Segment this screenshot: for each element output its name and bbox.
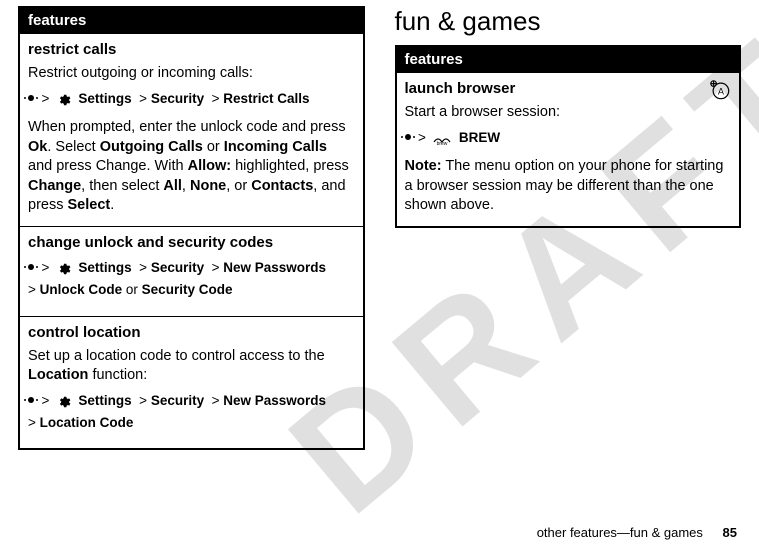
launch-browser-title: launch browser bbox=[405, 79, 732, 99]
network-icon: A bbox=[709, 79, 731, 108]
center-key-icon bbox=[28, 264, 34, 270]
svg-text:A: A bbox=[718, 87, 725, 97]
restrict-calls-title: restrict calls bbox=[28, 40, 355, 60]
restrict-calls-detail: When prompted, enter the unlock code and… bbox=[28, 118, 355, 216]
features-header-right: features bbox=[396, 46, 741, 73]
launch-browser-path: > brew BREW bbox=[405, 129, 732, 151]
control-location-path: > Settings > Security > New Passwords > … bbox=[28, 392, 355, 432]
row-restrict-calls: restrict calls Restrict outgoing or inco… bbox=[19, 34, 364, 227]
right-column: fun & games features A launch browser St… bbox=[395, 6, 742, 450]
brew-icon: brew bbox=[433, 133, 451, 151]
restrict-calls-desc: Restrict outgoing or incoming calls: bbox=[28, 64, 355, 84]
center-key-icon bbox=[28, 95, 34, 101]
settings-icon bbox=[57, 262, 71, 281]
change-codes-path: > Settings > Security > New Passwords > … bbox=[28, 259, 355, 299]
settings-icon bbox=[57, 395, 71, 414]
section-heading: fun & games bbox=[395, 6, 742, 37]
path-brew: BREW bbox=[459, 130, 500, 145]
features-table-left: features restrict calls Restrict outgoin… bbox=[18, 6, 365, 450]
features-table-right: features A launch browser Start a browse… bbox=[395, 45, 742, 228]
control-location-desc: Set up a location code to control access… bbox=[28, 347, 355, 386]
path-settings: Settings bbox=[78, 91, 131, 106]
svg-text:brew: brew bbox=[437, 141, 448, 146]
features-header-left: features bbox=[19, 7, 364, 34]
settings-icon bbox=[57, 93, 71, 112]
footer-text: other features—fun & games bbox=[537, 525, 703, 540]
page-number: 85 bbox=[723, 525, 737, 540]
launch-browser-desc: Start a browser session: bbox=[405, 103, 732, 123]
center-key-icon bbox=[405, 134, 411, 140]
restrict-calls-path: > Settings > Security > Restrict Calls bbox=[28, 90, 355, 112]
row-change-codes: change unlock and security codes > Setti… bbox=[19, 226, 364, 316]
launch-browser-note: Note: The menu option on your phone for … bbox=[405, 157, 732, 216]
row-control-location: control location Set up a location code … bbox=[19, 316, 364, 449]
center-key-icon bbox=[28, 397, 34, 403]
change-codes-title: change unlock and security codes bbox=[28, 233, 355, 253]
row-launch-browser: A launch browser Start a browser session… bbox=[396, 73, 741, 227]
path-restrict-calls: Restrict Calls bbox=[223, 91, 309, 106]
path-security: Security bbox=[151, 91, 204, 106]
control-location-title: control location bbox=[28, 323, 355, 343]
left-column: features restrict calls Restrict outgoin… bbox=[18, 6, 365, 450]
page-footer: other features—fun & games 85 bbox=[537, 525, 737, 540]
page-columns: features restrict calls Restrict outgoin… bbox=[0, 0, 759, 450]
